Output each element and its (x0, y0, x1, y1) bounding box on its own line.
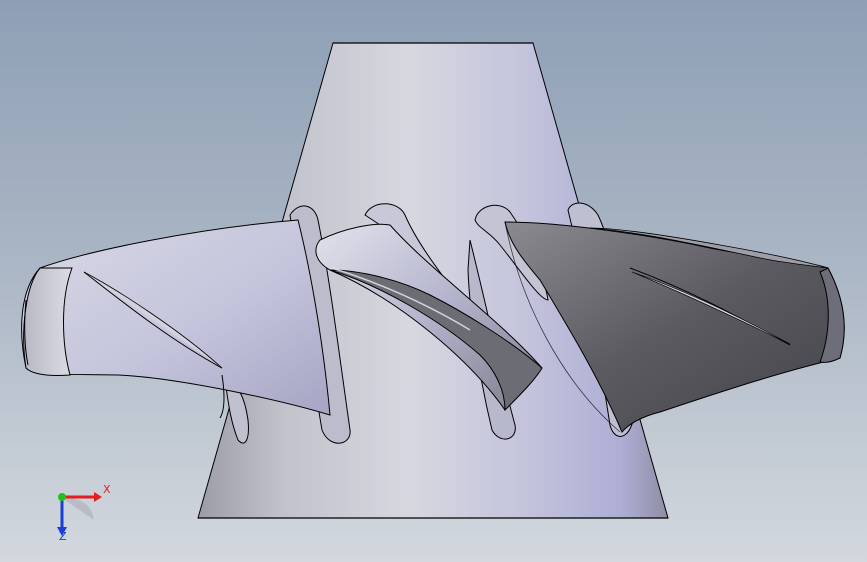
z-axis-label: Z (59, 530, 67, 543)
graphics-viewport[interactable]: X Z (0, 0, 867, 562)
blade-left[interactable] (21, 219, 331, 419)
model-view[interactable] (0, 0, 867, 562)
x-axis-label: X (103, 483, 111, 496)
view-orientation-triad: X Z (40, 480, 120, 550)
